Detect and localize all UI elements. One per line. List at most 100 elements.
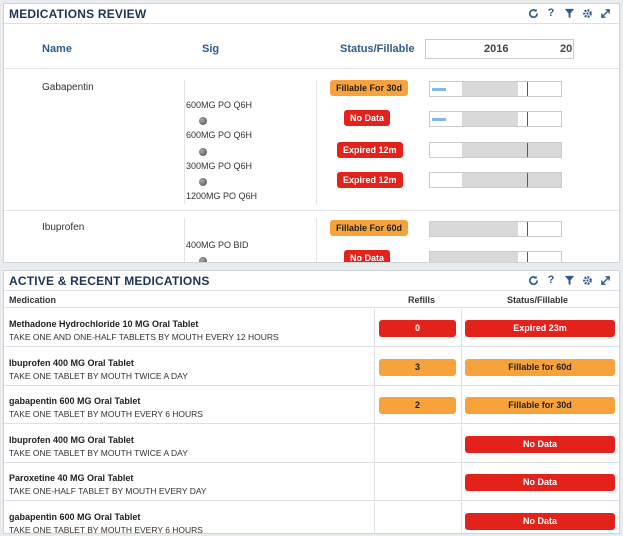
filter-icon[interactable] bbox=[563, 7, 575, 19]
drug-instructions: TAKE ONE AND ONE-HALF TABLETS BY MOUTH E… bbox=[9, 332, 279, 342]
timeline-bar bbox=[429, 81, 562, 97]
sig-line: 600MG PO Q6H bbox=[186, 130, 253, 140]
status-badge: Fillable For 60d bbox=[330, 220, 409, 236]
panel-toolbar: ? bbox=[527, 7, 611, 19]
divider bbox=[461, 463, 462, 500]
filter-icon[interactable] bbox=[563, 274, 575, 286]
column-header-status[interactable]: Status/Fillable bbox=[340, 43, 415, 55]
divider bbox=[4, 68, 619, 69]
divider bbox=[461, 501, 462, 533]
table-row[interactable]: Paroxetine 40 MG Oral Tablet TAKE ONE-HAL… bbox=[4, 463, 619, 501]
divider bbox=[184, 80, 185, 204]
med-name-gabapentin: Gabapentin bbox=[42, 82, 94, 93]
globe-icon[interactable] bbox=[199, 148, 207, 156]
timeline-fill bbox=[430, 222, 518, 236]
timeline-today-marker bbox=[527, 143, 528, 157]
sig-line: 1200MG PO Q6H bbox=[186, 191, 258, 201]
table-row[interactable]: gabapentin 600 MG Oral Tablet TAKE ONE TA… bbox=[4, 386, 619, 424]
column-header-status[interactable]: Status/Fillable bbox=[507, 295, 568, 305]
divider bbox=[4, 210, 619, 211]
divider bbox=[374, 386, 375, 423]
column-header-name[interactable]: Name bbox=[42, 43, 72, 55]
drug-instructions: TAKE ONE TABLET BY MOUTH TWICE A DAY bbox=[9, 370, 188, 381]
panel-header: MEDICATIONS REVIEW ? bbox=[4, 4, 619, 24]
drug-instructions: TAKE ONE TABLET BY MOUTH EVERY 6 HOURS bbox=[9, 524, 203, 534]
column-header-refills[interactable]: Refills bbox=[408, 295, 435, 305]
panel-toolbar: ? bbox=[527, 274, 611, 286]
globe-icon[interactable] bbox=[199, 178, 207, 186]
column-header-medication[interactable]: Medication bbox=[9, 295, 56, 305]
timeline-tick: 201 bbox=[560, 43, 573, 55]
divider bbox=[184, 218, 185, 262]
sig-line: 400MG PO BID bbox=[186, 240, 249, 250]
status-badge: No Data bbox=[344, 250, 391, 262]
status-badge: Fillable for 30d bbox=[465, 397, 615, 414]
globe-icon[interactable] bbox=[199, 257, 207, 262]
status-badge: Expired 23m bbox=[465, 320, 615, 337]
refresh-icon[interactable] bbox=[527, 274, 539, 286]
divider bbox=[461, 347, 462, 385]
drug-name[interactable]: gabapentin 600 MG Oral Tablet bbox=[9, 512, 140, 522]
panel-title: MEDICATIONS REVIEW bbox=[9, 7, 147, 21]
status-badge: No Data bbox=[344, 110, 391, 126]
med-name-ibuprofen: Ibuprofen bbox=[42, 222, 85, 233]
status-badge: No Data bbox=[465, 435, 615, 453]
divider bbox=[461, 424, 462, 462]
table-row[interactable]: Ibuprofen 400 MG Oral Tablet TAKE ONE TAB… bbox=[4, 347, 619, 386]
status-badge: No Data bbox=[465, 512, 615, 530]
timeline-fill bbox=[462, 82, 518, 96]
timeline-bar bbox=[429, 111, 562, 127]
settings-icon[interactable] bbox=[581, 274, 593, 286]
timeline-segment bbox=[432, 88, 446, 91]
timeline-fill bbox=[430, 252, 518, 262]
timeline-bar bbox=[429, 142, 562, 158]
timeline-header: 2016 201 bbox=[425, 39, 574, 59]
help-icon[interactable]: ? bbox=[545, 274, 557, 286]
divider bbox=[374, 463, 375, 500]
divider bbox=[461, 386, 462, 423]
timeline-fill bbox=[462, 143, 561, 157]
divider bbox=[374, 309, 375, 346]
sig-line: 300MG PO Q6H bbox=[186, 161, 253, 171]
timeline-today-marker bbox=[527, 82, 528, 96]
divider bbox=[461, 309, 462, 346]
settings-icon[interactable] bbox=[581, 7, 593, 19]
table-row[interactable]: Ibuprofen 400 MG Oral Tablet TAKE ONE TAB… bbox=[4, 424, 619, 463]
expand-icon[interactable] bbox=[599, 274, 611, 286]
drug-name[interactable]: Paroxetine 40 MG Oral Tablet bbox=[9, 473, 133, 483]
drug-name[interactable]: Ibuprofen 400 MG Oral Tablet bbox=[9, 435, 134, 445]
timeline-segment bbox=[432, 118, 446, 121]
refills-badge: 3 bbox=[379, 358, 456, 376]
sig-line: 600MG PO Q6H bbox=[186, 100, 253, 110]
globe-icon[interactable] bbox=[199, 117, 207, 125]
drug-name[interactable]: Methadone Hydrochloride 10 MG Oral Table… bbox=[9, 319, 198, 329]
status-badge: Fillable for 60d bbox=[465, 358, 615, 376]
active-recent-medications-panel: ACTIVE & RECENT MEDICATIONS ? Medication… bbox=[3, 270, 620, 534]
drug-instructions: TAKE ONE TABLET BY MOUTH TWICE A DAY bbox=[9, 447, 188, 458]
column-header-sig[interactable]: Sig bbox=[202, 43, 219, 55]
timeline-today-marker bbox=[527, 252, 528, 262]
drug-name[interactable]: Ibuprofen 400 MG Oral Tablet bbox=[9, 358, 134, 368]
drug-name[interactable]: gabapentin 600 MG Oral Tablet bbox=[9, 396, 140, 406]
panel-header: ACTIVE & RECENT MEDICATIONS ? bbox=[4, 271, 619, 291]
drug-instructions: TAKE ONE-HALF TABLET BY MOUTH EVERY DAY bbox=[9, 486, 207, 496]
table-row[interactable]: Methadone Hydrochloride 10 MG Oral Table… bbox=[4, 309, 619, 347]
divider bbox=[316, 218, 317, 262]
status-badge: Expired 12m bbox=[337, 172, 403, 188]
refresh-icon[interactable] bbox=[527, 7, 539, 19]
table-row[interactable]: gabapentin 600 MG Oral Tablet TAKE ONE TA… bbox=[4, 501, 619, 534]
refills-badge: 0 bbox=[379, 320, 456, 337]
timeline-fill bbox=[462, 173, 561, 187]
expand-icon[interactable] bbox=[599, 7, 611, 19]
timeline-bar bbox=[429, 221, 562, 237]
drug-instructions: TAKE ONE TABLET BY MOUTH EVERY 6 HOURS bbox=[9, 409, 203, 419]
help-icon[interactable]: ? bbox=[545, 7, 557, 19]
medications-review-panel: MEDICATIONS REVIEW ? Name Sig Status/Fil… bbox=[3, 3, 620, 263]
divider bbox=[316, 80, 317, 204]
timeline-tick: 2016 bbox=[484, 43, 509, 55]
status-badge: No Data bbox=[465, 474, 615, 491]
timeline-bar bbox=[429, 172, 562, 188]
divider bbox=[374, 501, 375, 533]
timeline-today-marker bbox=[527, 173, 528, 187]
panel-title: ACTIVE & RECENT MEDICATIONS bbox=[9, 274, 210, 288]
